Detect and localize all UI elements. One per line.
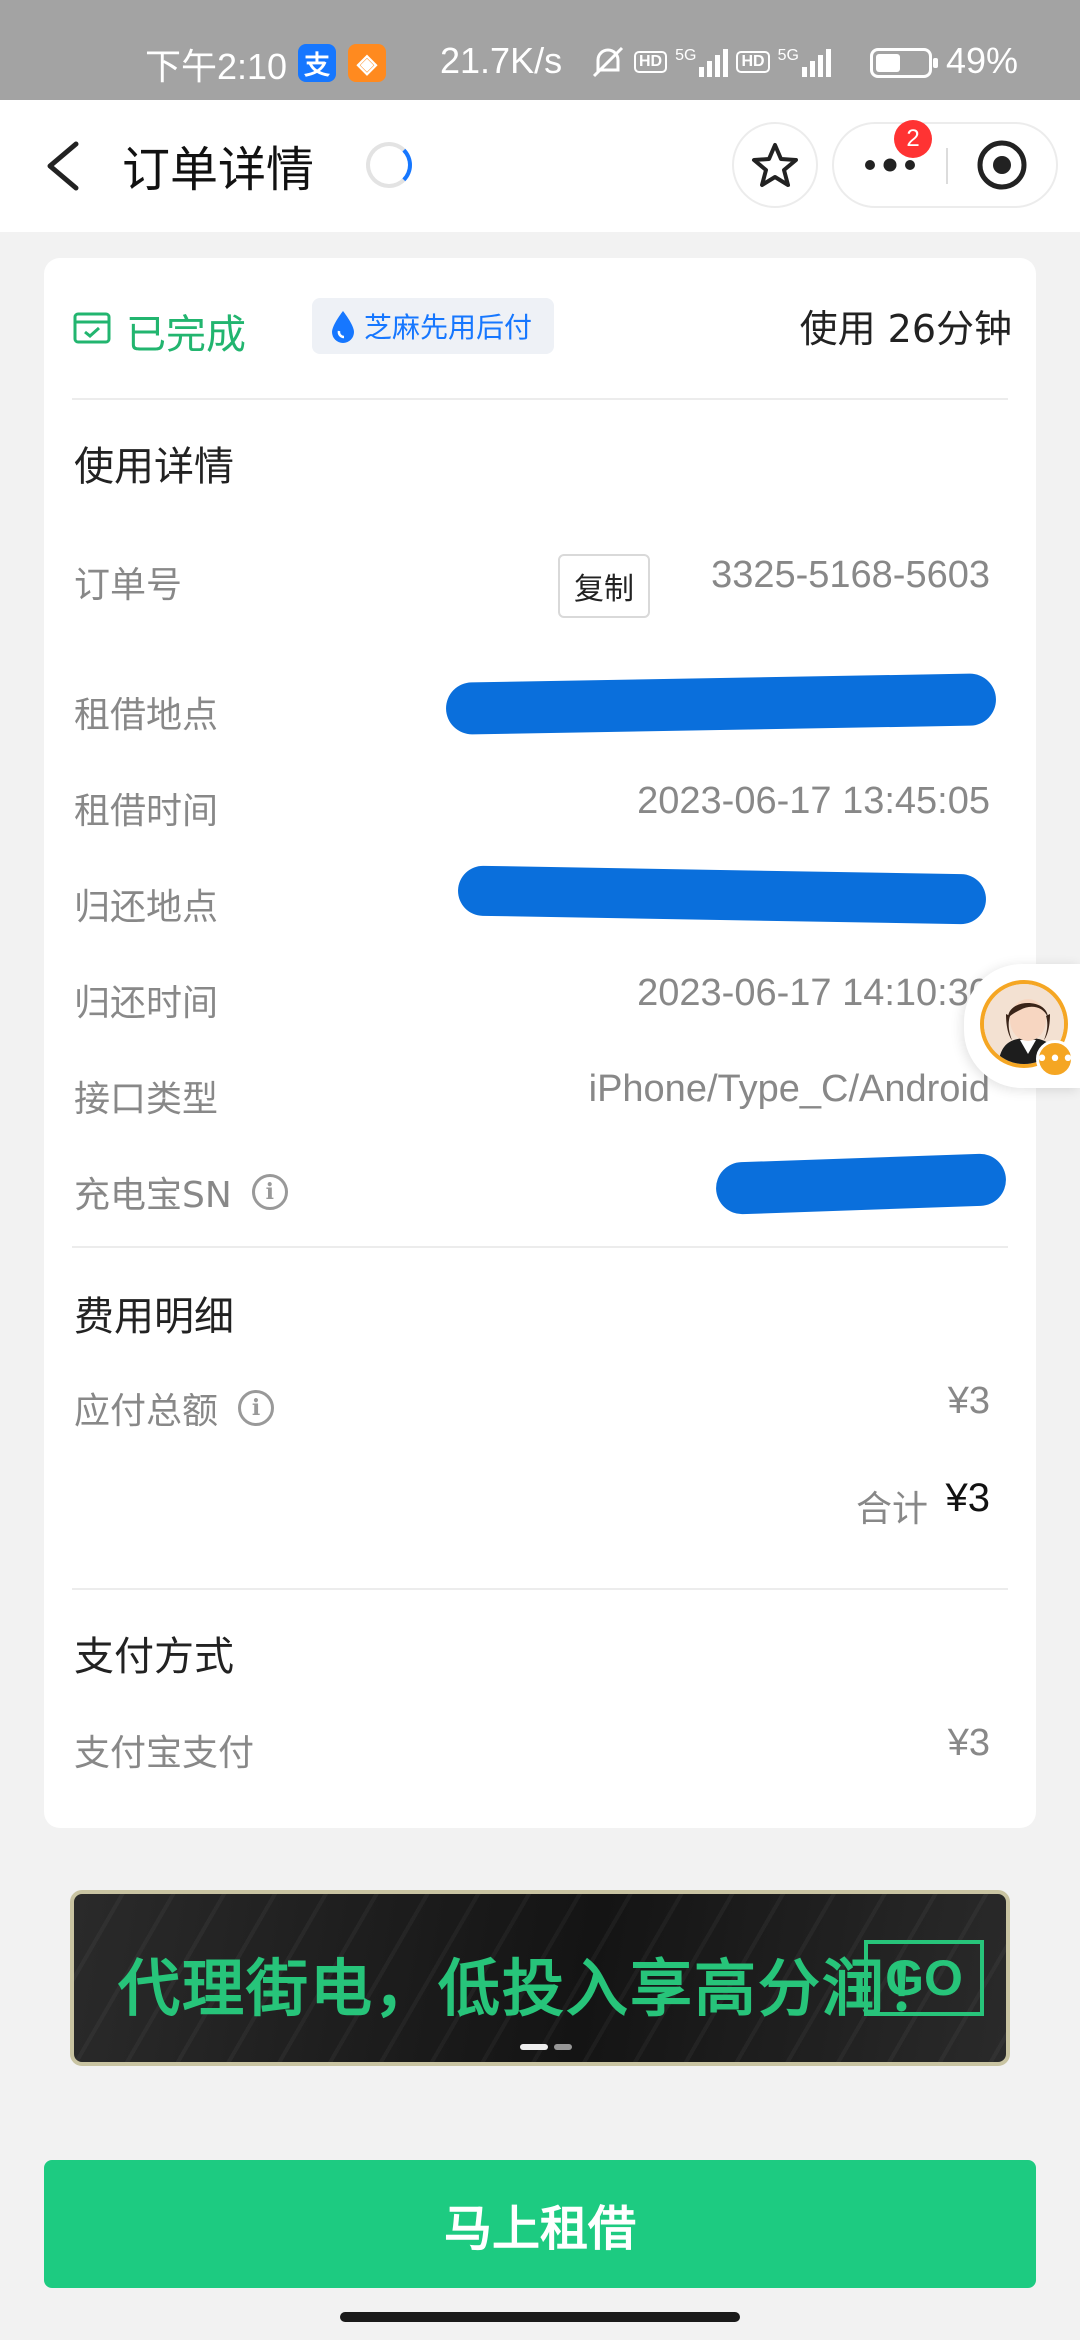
return-time-label: 归还时间 (74, 983, 219, 1024)
star-icon (752, 143, 798, 187)
status-icons: HD 5G HD 5G (590, 44, 831, 80)
powerbank-sn-label: 充电宝SN i (74, 1166, 288, 1218)
sum-value: ¥3 (945, 1476, 991, 1520)
mute-icon (592, 46, 624, 78)
usage-details-title: 使用详情 (74, 444, 234, 490)
fee-details-title: 费用明细 (74, 1294, 234, 1340)
promo-banner[interactable]: 代理街电，低投入享高分润！ GO (70, 1890, 1010, 2066)
5g-signal-icon: 5G (778, 47, 831, 77)
total-due-text: 应付总额 (74, 1391, 219, 1432)
rent-time-label: 租借时间 (74, 791, 219, 832)
loading-spinner-icon (366, 142, 412, 188)
back-button[interactable] (40, 130, 100, 202)
carousel-dot (554, 2044, 572, 2050)
target-icon (977, 140, 1027, 190)
notification-badge: 2 (894, 120, 932, 158)
more-dots-icon (865, 158, 915, 172)
title-bar: 订单详情 2 (0, 100, 1080, 232)
menu-capsule: 2 (832, 120, 1058, 208)
page-title: 订单详情 (122, 142, 315, 198)
battery-percent: 49% (946, 40, 1019, 81)
status-time: 下午2:10 (145, 46, 288, 87)
return-time-value: 2023-06-17 14:10:30 (637, 972, 990, 1014)
interface-type-value: iPhone/Type_C/Android (588, 1068, 990, 1110)
customer-service-button[interactable]: ••• (964, 964, 1080, 1088)
banner-go-button[interactable]: GO (864, 1940, 984, 2016)
rent-location-redacted (445, 673, 997, 735)
divider (72, 398, 1008, 400)
5g-signal-icon: 5G (675, 47, 729, 77)
total-due-value: ¥3 (947, 1380, 990, 1422)
payment-method-label: 支付宝支付 (74, 1733, 255, 1774)
home-indicator[interactable] (340, 2312, 740, 2322)
total-due-label: 应付总额 i (74, 1382, 275, 1434)
copy-button[interactable]: 复制 (558, 554, 650, 618)
water-drop-icon (332, 311, 354, 343)
carousel-dot-active (520, 2044, 548, 2050)
zhima-credit-tag: 芝麻先用后付 (312, 298, 555, 354)
interface-type-label: 接口类型 (74, 1079, 219, 1120)
alipay-app-icon: 支 (298, 44, 336, 82)
usage-duration: 使用 26分钟 (799, 307, 1012, 351)
info-icon[interactable]: i (251, 1174, 288, 1210)
order-number-label: 订单号 (74, 565, 183, 606)
net-speed: 21.7K/s (440, 40, 563, 81)
order-number-value: 3325-5168-5603 (711, 554, 990, 596)
close-button[interactable] (948, 124, 1056, 206)
order-card: 已完成 芝麻先用后付 使用 26分钟 使用详情 订单号 复制 3325-5168… (44, 258, 1036, 1828)
order-status: 已完成 (126, 312, 246, 358)
status-bar: 下午2:10 支 ◈ 21.7K/s HD 5G HD 5G 49% (0, 0, 1080, 100)
divider (72, 1588, 1008, 1590)
rent-location-label: 租借地点 (74, 695, 219, 736)
zhima-tag-label: 芝麻先用后付 (364, 311, 533, 344)
chevron-left-icon (47, 141, 79, 191)
hd-icon: HD (634, 51, 668, 73)
rent-time-value: 2023-06-17 13:45:05 (637, 780, 990, 822)
banner-text: 代理街电，低投入享高分润！ (118, 1952, 951, 2025)
chat-bubble-icon: ••• (1036, 1040, 1074, 1078)
favorite-button[interactable] (732, 122, 818, 208)
carousel-indicator (520, 2044, 572, 2050)
completed-order-icon (73, 312, 111, 344)
sum-label: 合计 (855, 1489, 928, 1530)
payment-method-value: ¥3 (947, 1722, 990, 1764)
return-location-label: 归还地点 (74, 887, 219, 928)
hd-icon: HD (736, 51, 770, 73)
info-icon[interactable]: i (238, 1390, 275, 1426)
order-status-row: 已完成 芝麻先用后付 使用 26分钟 (72, 298, 1012, 358)
rent-now-button[interactable]: 马上租借 (44, 2160, 1036, 2288)
powerbank-sn-text: 充电宝SN (74, 1175, 232, 1216)
app-notification-icon: ◈ (348, 44, 386, 82)
battery-icon (870, 48, 938, 78)
powerbank-sn-redacted (715, 1152, 1007, 1216)
payment-method-title: 支付方式 (74, 1634, 234, 1680)
return-location-redacted (457, 865, 987, 925)
divider (72, 1246, 1008, 1248)
more-button[interactable]: 2 (834, 120, 946, 206)
